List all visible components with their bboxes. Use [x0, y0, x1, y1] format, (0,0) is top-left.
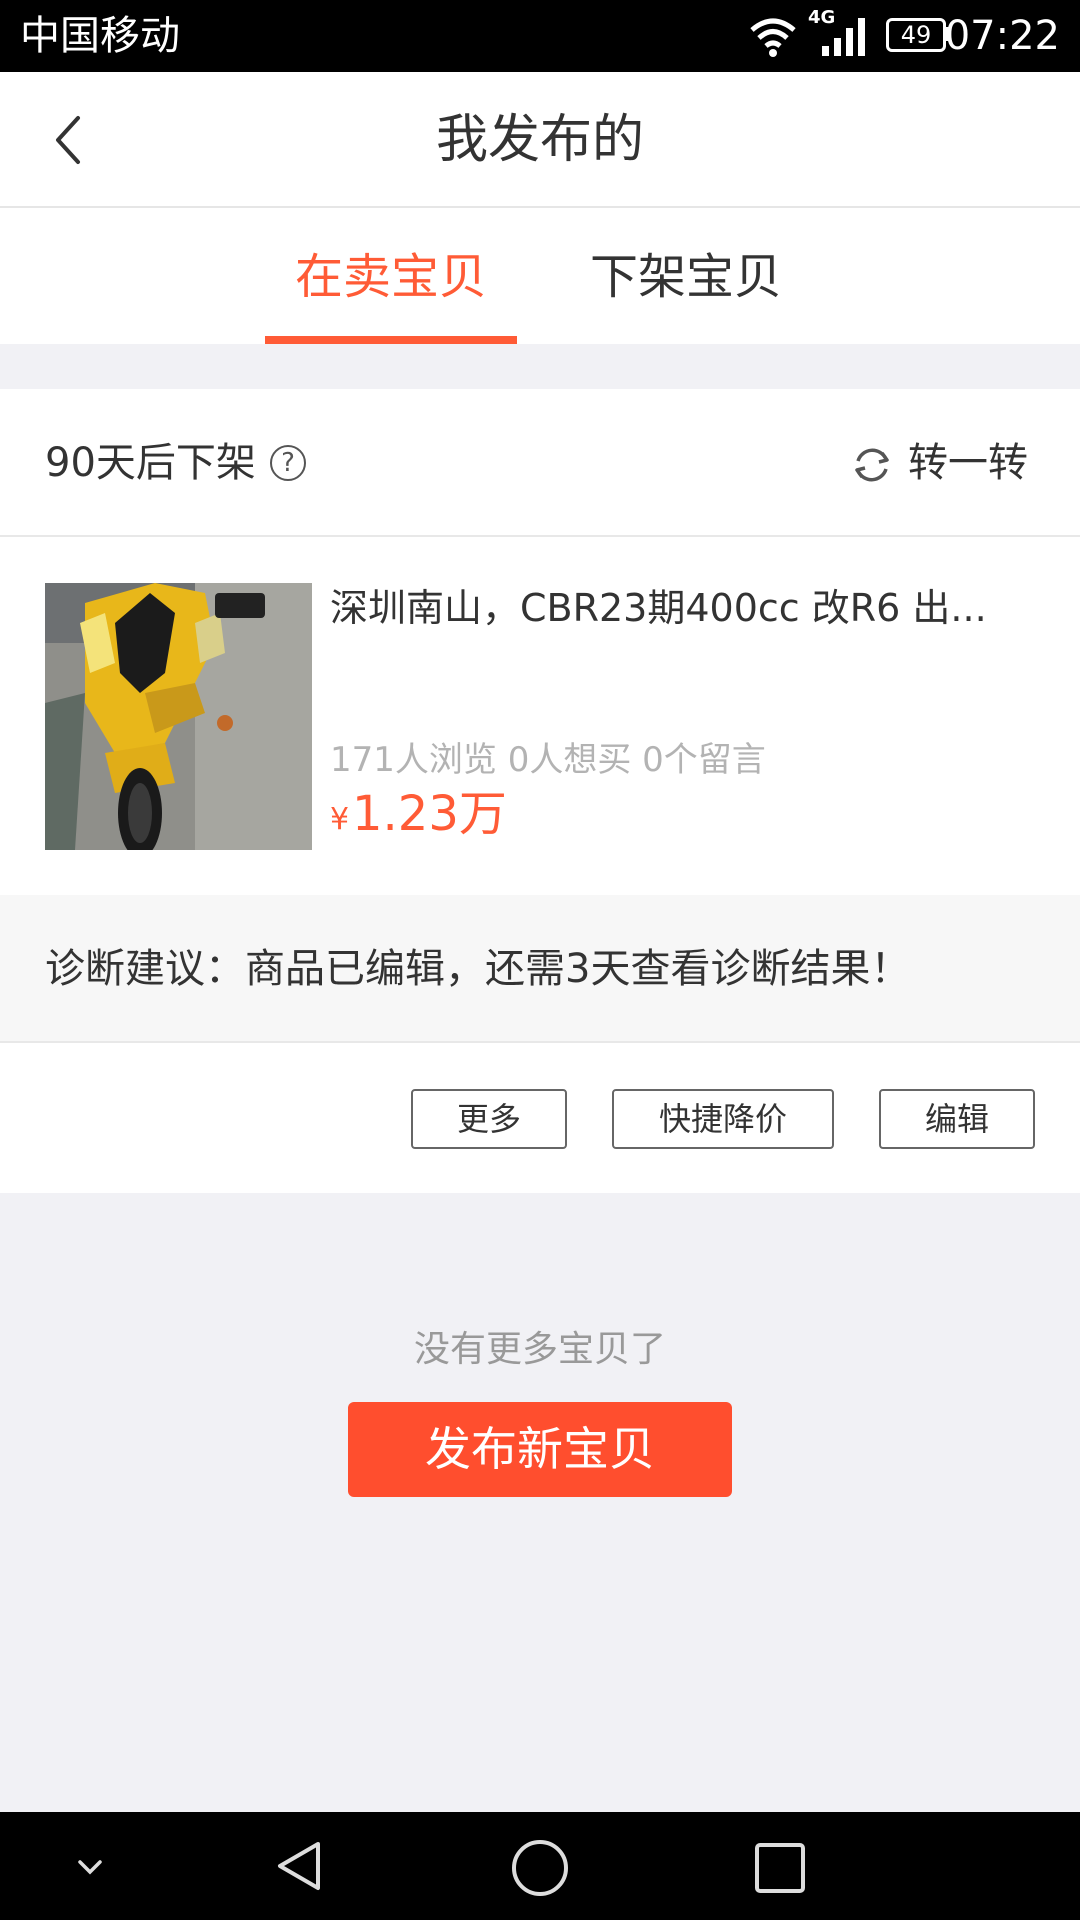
item-title[interactable]: 深圳南山，CBR23期400cc 改R6 出... — [330, 578, 1030, 638]
nav-home-icon[interactable] — [510, 1838, 570, 1898]
system-navigation-bar — [0, 1812, 1080, 1920]
title-bar: 我发布的 — [0, 72, 1080, 208]
no-more-items-text: 没有更多宝贝了 — [413, 1329, 666, 1370]
expire-text: 90天后下架 — [45, 440, 256, 486]
chevron-down-icon[interactable] — [72, 1846, 108, 1886]
refresh-icon[interactable] — [850, 443, 894, 487]
publish-new-item-button[interactable]: 发布新宝贝 — [348, 1402, 732, 1497]
price-currency: ¥ — [330, 802, 350, 837]
page-title: 我发布的 — [435, 110, 644, 170]
clock: 07:22 — [944, 13, 1060, 59]
more-button[interactable]: 更多 — [411, 1089, 567, 1149]
tab-on-sale[interactable]: 在卖宝贝 — [265, 208, 517, 344]
back-arrow-icon[interactable] — [48, 112, 88, 168]
help-icon[interactable]: ? — [270, 445, 306, 481]
item-price: 1.23万 — [352, 786, 507, 842]
diagnosis-text: 诊断建议：商品已编辑，还需3天查看诊断结果！ — [45, 946, 911, 992]
battery-level: 49 — [900, 21, 932, 49]
rotate-button[interactable]: 转一转 — [908, 389, 1028, 537]
quick-price-drop-button[interactable]: 快捷降价 — [612, 1089, 834, 1149]
cellular-signal-icon — [822, 18, 865, 56]
nav-recents-icon[interactable] — [752, 1840, 808, 1896]
tab-off-shelf[interactable]: 下架宝贝 — [560, 208, 812, 344]
item-stats: 171人浏览 0人想买 0个留言 — [330, 740, 766, 780]
product-thumbnail[interactable] — [45, 583, 312, 850]
item-card-header: 90天后下架 ? 转一转 — [0, 389, 1080, 537]
active-tab-indicator — [265, 336, 517, 344]
diagnosis-bar: 诊断建议：商品已编辑，还需3天查看诊断结果！ — [0, 895, 1080, 1043]
wifi-icon — [750, 18, 796, 57]
tab-bar: 在卖宝贝 下架宝贝 — [0, 208, 1080, 344]
carrier-name: 中国移动 — [20, 13, 180, 59]
edit-button[interactable]: 编辑 — [879, 1089, 1035, 1149]
status-bar: 中国移动 4G 49 07:22 — [0, 0, 1080, 72]
nav-back-icon[interactable] — [272, 1838, 328, 1894]
